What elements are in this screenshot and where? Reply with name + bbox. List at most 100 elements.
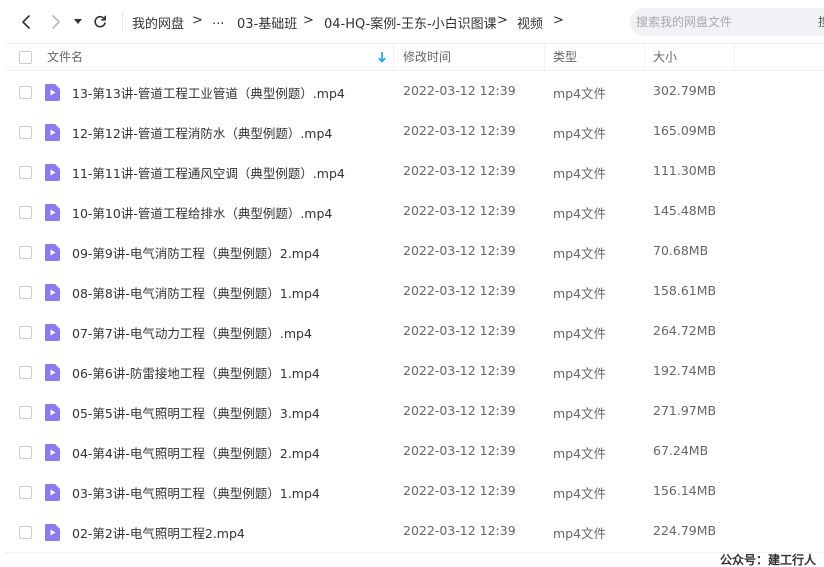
file-name[interactable]: 09-第9讲-电气消防工程（典型例题）2.mp4 bbox=[72, 243, 320, 262]
breadcrumb-separator: > bbox=[192, 13, 203, 28]
table-row[interactable]: 06-第6讲-防雷接地工程（典型例题）1.mp4 2022-03-12 12:3… bbox=[5, 352, 824, 392]
row-checkbox[interactable] bbox=[19, 246, 32, 259]
file-modified: 2022-03-12 12:39 bbox=[403, 363, 516, 378]
table-row[interactable]: 10-第10讲-管道工程给排水（典型例题）.mp4 2022-03-12 12:… bbox=[5, 192, 824, 232]
file-name[interactable]: 11-第11讲-管道工程通风空调（典型例题）.mp4 bbox=[72, 163, 345, 182]
table-row[interactable]: 11-第11讲-管道工程通风空调（典型例题）.mp4 2022-03-12 12… bbox=[5, 152, 824, 192]
file-name[interactable]: 05-第5讲-电气照明工程（典型例题）3.mp4 bbox=[72, 403, 320, 422]
table-row[interactable]: 02-第2讲-电气照明工程2.mp4 2022-03-12 12:39 mp4文… bbox=[5, 512, 824, 552]
row-checkbox[interactable] bbox=[19, 446, 32, 459]
file-size: 156.14MB bbox=[653, 483, 717, 498]
file-modified: 2022-03-12 12:39 bbox=[403, 83, 516, 98]
breadcrumb-item-my-drive[interactable]: 我的网盘 bbox=[132, 13, 184, 32]
table-row[interactable]: 04-第4讲-电气照明工程（典型例题）2.mp4 2022-03-12 12:3… bbox=[5, 432, 824, 472]
file-type: mp4文件 bbox=[553, 206, 607, 221]
row-checkbox[interactable] bbox=[19, 486, 32, 499]
refresh-icon bbox=[94, 15, 106, 28]
file-name[interactable]: 08-第8讲-电气消防工程（典型例题）1.mp4 bbox=[72, 283, 320, 302]
file-size: 224.79MB bbox=[653, 523, 717, 538]
row-checkbox[interactable] bbox=[19, 206, 32, 219]
row-checkbox[interactable] bbox=[19, 166, 32, 179]
search-input[interactable] bbox=[636, 13, 806, 31]
select-all-checkbox[interactable] bbox=[19, 51, 32, 64]
breadcrumb-item-video[interactable]: 视频 bbox=[517, 13, 543, 32]
row-checkbox[interactable] bbox=[19, 406, 32, 419]
video-file-icon bbox=[45, 404, 60, 421]
breadcrumb-item-basic-class[interactable]: 03-基础班 bbox=[237, 13, 297, 32]
row-checkbox[interactable] bbox=[19, 366, 32, 379]
file-name[interactable]: 03-第3讲-电气照明工程（典型例题）1.mp4 bbox=[72, 483, 320, 502]
column-divider[interactable] bbox=[544, 44, 545, 71]
forward-button[interactable] bbox=[44, 10, 68, 34]
search-button-label: 搜 bbox=[818, 13, 824, 30]
breadcrumb-separator: > bbox=[497, 13, 508, 28]
file-name[interactable]: 02-第2讲-电气照明工程2.mp4 bbox=[72, 523, 245, 542]
refresh-button[interactable] bbox=[88, 10, 112, 34]
video-file-icon bbox=[45, 364, 60, 381]
column-divider[interactable] bbox=[734, 44, 735, 71]
table-row[interactable]: 03-第3讲-电气照明工程（典型例题）1.mp4 2022-03-12 12:3… bbox=[5, 472, 824, 512]
list-bottom-divider bbox=[5, 552, 824, 553]
file-type: mp4文件 bbox=[553, 526, 607, 541]
table-row[interactable]: 07-第7讲-电气动力工程（典型例题）.mp4 2022-03-12 12:39… bbox=[5, 312, 824, 352]
history-dropdown-button[interactable] bbox=[70, 10, 86, 34]
file-type: mp4文件 bbox=[553, 286, 607, 301]
table-row[interactable]: 05-第5讲-电气照明工程（典型例题）3.mp4 2022-03-12 12:3… bbox=[5, 392, 824, 432]
back-button[interactable] bbox=[14, 10, 38, 34]
file-name[interactable]: 13-第13讲-管道工程工业管道（典型例题）.mp4 bbox=[72, 83, 345, 102]
file-modified: 2022-03-12 12:39 bbox=[403, 283, 516, 298]
file-modified: 2022-03-12 12:39 bbox=[403, 403, 516, 418]
column-header-name[interactable]: 文件名 bbox=[47, 44, 83, 71]
row-checkbox[interactable] bbox=[19, 526, 32, 539]
row-checkbox[interactable] bbox=[19, 126, 32, 139]
table-row[interactable]: 13-第13讲-管道工程工业管道（典型例题）.mp4 2022-03-12 12… bbox=[5, 72, 824, 112]
row-checkbox[interactable] bbox=[19, 286, 32, 299]
breadcrumb-item-course[interactable]: 04-HQ-案例-王东-小白识图课 bbox=[324, 13, 497, 32]
file-name[interactable]: 12-第12讲-管道工程消防水（典型例题）.mp4 bbox=[72, 123, 332, 142]
file-size: 70.68MB bbox=[653, 243, 709, 258]
file-name[interactable]: 10-第10讲-管道工程给排水（典型例题）.mp4 bbox=[72, 203, 332, 222]
file-list-header: 文件名 修改时间 类型 大小 bbox=[5, 43, 824, 71]
arrow-down-icon[interactable] bbox=[378, 52, 386, 63]
file-modified: 2022-03-12 12:39 bbox=[403, 123, 516, 138]
file-type: mp4文件 bbox=[553, 246, 607, 261]
caret-down-icon bbox=[74, 19, 82, 24]
watermark-text: 公众号：建工行人 bbox=[720, 553, 817, 567]
row-checkbox[interactable] bbox=[19, 326, 32, 339]
file-size: 264.72MB bbox=[653, 323, 717, 338]
file-type: mp4文件 bbox=[553, 366, 607, 381]
toolbar-divider bbox=[122, 12, 123, 32]
file-type: mp4文件 bbox=[553, 486, 607, 501]
video-file-icon bbox=[45, 204, 60, 221]
table-row[interactable]: 12-第12讲-管道工程消防水（典型例题）.mp4 2022-03-12 12:… bbox=[5, 112, 824, 152]
video-file-icon bbox=[45, 524, 60, 541]
chevron-left-icon bbox=[22, 15, 30, 29]
file-modified: 2022-03-12 12:39 bbox=[403, 203, 516, 218]
video-file-icon bbox=[45, 164, 60, 181]
search-button[interactable]: 搜 bbox=[812, 13, 824, 31]
breadcrumb-separator: > bbox=[553, 13, 564, 28]
file-name[interactable]: 07-第7讲-电气动力工程（典型例题）.mp4 bbox=[72, 323, 312, 342]
file-name[interactable]: 04-第4讲-电气照明工程（典型例题）2.mp4 bbox=[72, 443, 320, 462]
file-type: mp4文件 bbox=[553, 86, 607, 101]
toolbar: 我的网盘 > ... 03-基础班 > 04-HQ-案例-王东-小白识图课 > … bbox=[0, 0, 824, 44]
column-divider[interactable] bbox=[393, 44, 394, 71]
file-name[interactable]: 06-第6讲-防雷接地工程（典型例题）1.mp4 bbox=[72, 363, 320, 382]
video-file-icon bbox=[45, 324, 60, 341]
search-box: 搜 bbox=[630, 8, 824, 36]
table-row[interactable]: 08-第8讲-电气消防工程（典型例题）1.mp4 2022-03-12 12:3… bbox=[5, 272, 824, 312]
file-size: 271.97MB bbox=[653, 403, 717, 418]
column-header-size[interactable]: 大小 bbox=[653, 44, 677, 71]
file-size: 67.24MB bbox=[653, 443, 709, 458]
file-size: 165.09MB bbox=[653, 123, 717, 138]
column-header-type[interactable]: 类型 bbox=[553, 44, 577, 71]
breadcrumb-item-ellipsis[interactable]: ... bbox=[212, 13, 224, 28]
column-header-modified[interactable]: 修改时间 bbox=[403, 44, 451, 71]
file-modified: 2022-03-12 12:39 bbox=[403, 243, 516, 258]
row-checkbox[interactable] bbox=[19, 86, 32, 99]
table-row[interactable]: 09-第9讲-电气消防工程（典型例题）2.mp4 2022-03-12 12:3… bbox=[5, 232, 824, 272]
file-size: 192.74MB bbox=[653, 363, 717, 378]
file-size: 145.48MB bbox=[653, 203, 717, 218]
column-divider[interactable] bbox=[644, 44, 645, 71]
file-modified: 2022-03-12 12:39 bbox=[403, 163, 516, 178]
